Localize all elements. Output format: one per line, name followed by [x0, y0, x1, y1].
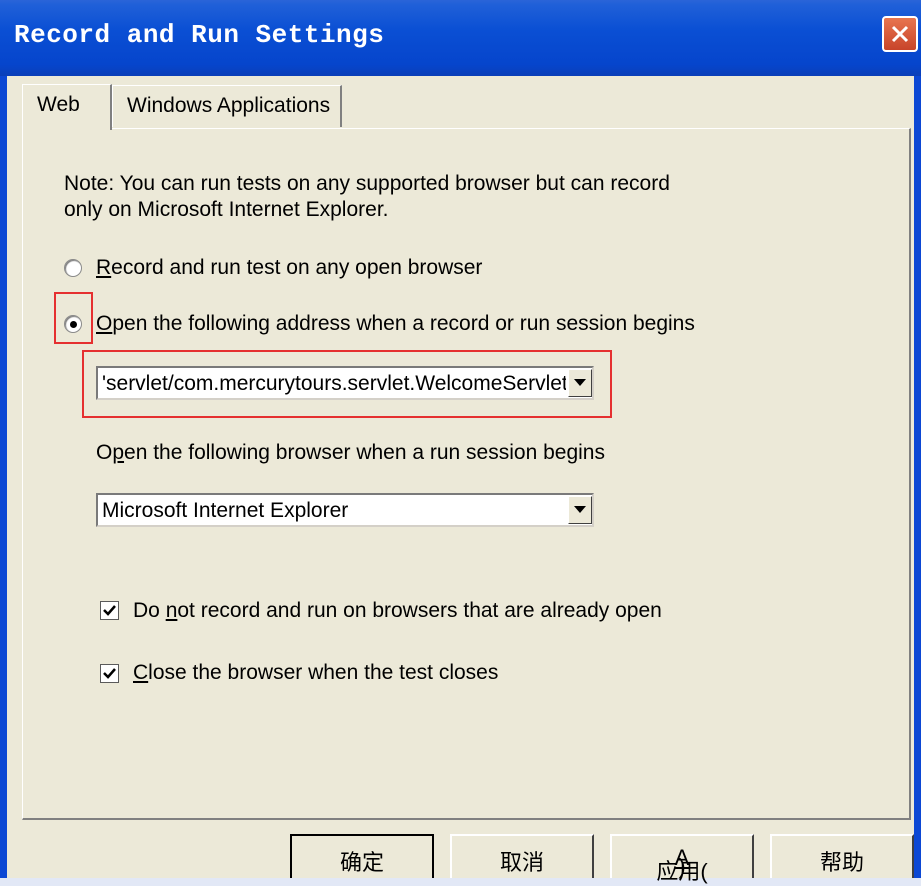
radio-open-address[interactable] [64, 315, 82, 333]
tab-windows-applications[interactable]: Windows Applications [112, 85, 342, 127]
browser-label-accel: p [112, 441, 125, 464]
radio-open-address-text: pen the following address when a record … [112, 312, 695, 335]
ok-button[interactable]: 确定 [290, 834, 434, 878]
tab-windows-applications-label: Windows Applications [127, 94, 331, 117]
radio-any-browser-text: ecord and run test on any open browser [111, 256, 483, 279]
browser-dropdown-button[interactable] [568, 496, 592, 524]
apply-button[interactable]: 应用(A) [610, 834, 754, 884]
checkmark-icon [103, 605, 116, 616]
help-button[interactable]: 帮助 [770, 834, 914, 878]
window-border-left [0, 76, 7, 878]
title-bar[interactable]: Record and Run Settings [0, 0, 921, 76]
checkbox-close-browser[interactable] [100, 664, 119, 683]
address-combo-value: 'servlet/com.mercurytours.servlet.Welcom… [102, 372, 566, 395]
checkbox-no-open-browsers-label[interactable]: Do not record and run on browsers that a… [133, 599, 662, 623]
cancel-button[interactable]: 取消 [450, 834, 594, 878]
browser-label-pre: O [96, 441, 113, 464]
apply-button-post: ) [678, 854, 686, 879]
checkbox-no-open-browsers-pre: Do [133, 599, 166, 622]
note-line-1: Note: You can run tests on any supported… [64, 172, 670, 195]
checkbox-close-browser-text: lose the browser when the test closes [148, 661, 499, 684]
radio-open-address-label[interactable]: Open the following address when a record… [96, 312, 695, 336]
cancel-button-label: 取消 [499, 850, 544, 875]
checkmark-icon [103, 668, 116, 679]
browser-label: Open the following browser when a run se… [96, 441, 605, 465]
address-combo[interactable]: 'servlet/com.mercurytours.servlet.Welcom… [96, 366, 594, 400]
tab-web-label: Web [37, 93, 80, 116]
radio-any-browser[interactable] [64, 259, 82, 277]
browser-label-text: en the following browser when a run sess… [124, 441, 605, 464]
address-dropdown-button[interactable] [568, 369, 592, 397]
checkbox-close-browser-label[interactable]: Close the browser when the test closes [133, 661, 498, 685]
checkbox-no-open-browsers-text: ot record and run on browsers that are a… [177, 599, 662, 622]
chevron-down-icon [574, 379, 586, 386]
chevron-down-icon [574, 506, 586, 513]
ok-button-label: 确定 [339, 850, 384, 875]
radio-any-browser-label[interactable]: Record and run test on any open browser [96, 256, 482, 280]
window-title: Record and Run Settings [14, 20, 385, 50]
tab-panel-web [22, 128, 911, 820]
window-border-right [914, 76, 921, 878]
checkbox-no-open-browsers-accel: n [165, 599, 178, 622]
checkbox-close-browser-accel: C [133, 661, 149, 684]
tab-web[interactable]: Web [22, 84, 112, 130]
browser-combo-value: Microsoft Internet Explorer [102, 499, 349, 522]
radio-selected-dot [70, 321, 77, 328]
close-button[interactable] [882, 16, 918, 52]
apply-button-label: 应用(A) [612, 845, 752, 884]
radio-open-address-accel: O [96, 312, 113, 335]
browser-combo[interactable]: Microsoft Internet Explorer [96, 493, 594, 527]
help-button-label: 帮助 [819, 850, 864, 875]
note-line-2: only on Microsoft Internet Explorer. [64, 198, 389, 221]
radio-any-browser-accel: R [96, 256, 112, 279]
dialog-window: Record and Run Settings Web Windows Appl… [0, 0, 921, 884]
checkbox-no-open-browsers[interactable] [100, 601, 119, 620]
close-icon [891, 25, 909, 43]
